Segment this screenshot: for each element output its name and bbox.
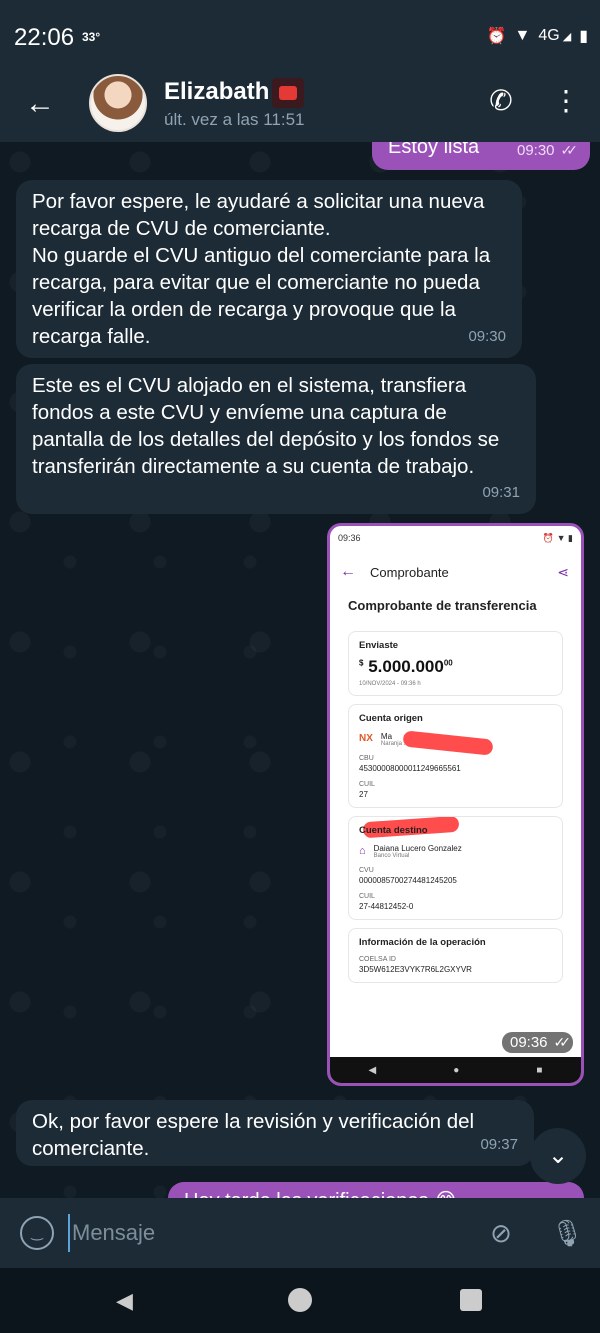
avatar[interactable] [89, 74, 147, 132]
bank-icon: ⌂ [359, 844, 366, 857]
photo-share-icon: ⋖ [557, 563, 569, 580]
message-bubble-out[interactable]: Estoy lista 09:30 ✓✓ [372, 142, 590, 170]
more-options-icon[interactable]: ⋮ [552, 84, 580, 118]
naranja-x-logo-icon: NX [359, 733, 373, 744]
message-input-bar: ‿ ⊘ 🎙 [0, 1198, 600, 1268]
wifi-icon: ▼ [514, 27, 531, 44]
photo-operation-card: Información de la operación COELSA ID 3D… [348, 928, 563, 983]
message-bubble-in[interactable]: Por favor espere, le ayudaré a solicitar… [16, 180, 522, 358]
chat-header: ← Elizabath últ. vez a las 11:51 ✆ ⋮ [0, 70, 600, 142]
message-input[interactable] [68, 1214, 448, 1252]
last-seen: últ. vez a las 11:51 [164, 110, 305, 129]
scroll-down-button[interactable]: ⌄ [530, 1128, 586, 1184]
nav-recent-apps-icon[interactable] [460, 1289, 482, 1311]
read-checks-icon: ✓✓ [560, 142, 579, 158]
message-time: 09:36 ✓✓ [501, 1032, 573, 1053]
battery-icon: ▮ [579, 28, 588, 45]
photo-status-bar: 09:36 ⏰ ▼ ▮ [338, 532, 573, 544]
phone-call-icon[interactable]: ✆ [484, 84, 518, 118]
photo-destination-card: Cuenta destino ⌂ Daiana Lucero Gonzalez … [348, 816, 563, 920]
nav-home-icon[interactable] [288, 1288, 312, 1312]
photo-amount-card: Enviaste $ 5.000.00000 10/NOV/2024 - 09:… [348, 631, 563, 696]
photo-status-icons: ⏰ ▼ ▮ [542, 532, 573, 543]
message-text: Por favor espere, le ayudaré a solicitar… [32, 190, 491, 348]
chat-area[interactable]: Estoy lista 09:30 ✓✓ Por favor espere, le… [0, 142, 600, 1198]
photo-page-title: Comprobante de transferencia [348, 598, 537, 613]
alarm-icon: ⏰ [486, 28, 507, 45]
message-text: Estoy lista [388, 142, 480, 158]
photo-nav-bar: ◀ ● ■ [330, 1057, 581, 1083]
message-text: Hay tarde las verificaciones 😂 [184, 1188, 457, 1198]
signal-4g-icon: 4G ◢ [538, 27, 572, 44]
message-time: 09:31 [482, 484, 520, 501]
photo-back-icon: ← [340, 563, 356, 580]
microphone-icon[interactable]: 🎙 [550, 1214, 584, 1252]
message-bubble-in[interactable]: Ok, por favor espere la revisión y verif… [16, 1100, 534, 1166]
read-checks-icon: ✓✓ [553, 1034, 572, 1050]
back-arrow-icon[interactable]: ← [22, 86, 58, 122]
photo-message[interactable]: 09:36 ⏰ ▼ ▮ ← Comprobante ⋖ Comprobante … [327, 523, 584, 1086]
attach-icon[interactable]: ⊘ [484, 1214, 518, 1252]
photo-origin-card: Cuenta origen NX Ma Naranja X CBU 453000… [348, 704, 563, 839]
status-icons: ⏰ ▼ 4G ◢ ▮ [487, 26, 588, 46]
emoji-icon[interactable]: ‿ [20, 1216, 54, 1250]
message-text: Ok, por favor espere la revisión y verif… [32, 1110, 475, 1160]
message-text: Este es el CVU alojado en el sistema, tr… [32, 374, 500, 478]
system-nav-bar: ◀ [0, 1268, 600, 1333]
photo-amount: $ 5.000.00000 [359, 657, 453, 676]
message-time: 09:37 [480, 1136, 518, 1153]
message-time: 09:30 [468, 328, 506, 345]
photo-app-bar: ← Comprobante ⋖ [330, 550, 581, 594]
photo-app-title: Comprobante [370, 564, 449, 580]
message-time: 09:30 ✓✓ [516, 142, 579, 159]
message-bubble-in[interactable]: Este es el CVU alojado en el sistema, tr… [16, 364, 536, 514]
status-bar: 22:06 33° ⏰ ▼ 4G ◢ ▮ [0, 0, 600, 70]
status-time: 22:06 [14, 24, 75, 51]
status-temperature: 33° [82, 30, 101, 44]
nav-back-icon[interactable]: ◀ [116, 1288, 140, 1313]
message-bubble-out[interactable]: Hay tarde las verificaciones 😂 [168, 1182, 584, 1198]
youtube-badge-icon [272, 78, 304, 108]
contact-name[interactable]: Elizabath [164, 78, 269, 106]
